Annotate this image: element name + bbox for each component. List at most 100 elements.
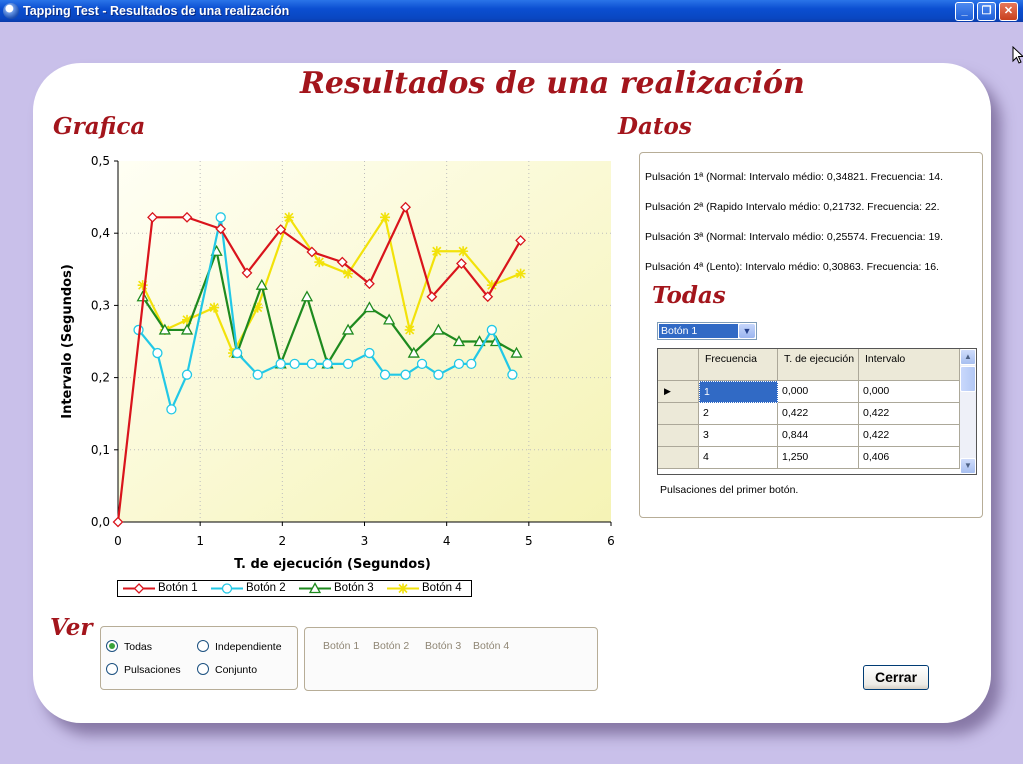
table-cell[interactable]: 3 xyxy=(699,425,778,447)
legend-label: Botón 1 xyxy=(158,582,198,594)
x-tick-label: 0 xyxy=(114,534,122,548)
filter-boton-4[interactable]: Botón 4 xyxy=(473,640,509,652)
radio-selected-icon[interactable] xyxy=(106,640,118,652)
scroll-up-icon[interactable]: ▲ xyxy=(960,349,976,365)
radio-independiente[interactable]: Independiente xyxy=(197,640,282,653)
data-point xyxy=(458,246,469,257)
data-point xyxy=(283,212,294,223)
table-scrollbar[interactable]: ▲ ▼ xyxy=(960,349,976,474)
scroll-thumb[interactable] xyxy=(960,366,976,392)
table-cell[interactable]: 0,406 xyxy=(859,447,960,469)
radio-label: Independiente xyxy=(215,641,282,653)
datos-line-2: Pulsación 2ª (Rapido Intervalo médio: 0,… xyxy=(645,201,940,213)
radio-label: Conjunto xyxy=(215,664,258,676)
title-bar: Tapping Test - Resultados de una realiza… xyxy=(0,0,1023,22)
datos-line-4: Pulsación 4ª (Lento): Intervalo médio: 0… xyxy=(645,261,939,273)
chart-legend: Botón 1 Botón 2 Botón 3 Botón 4 xyxy=(117,580,472,597)
data-point xyxy=(404,324,415,335)
x-axis-label: T. de ejecución (Segundos) xyxy=(234,557,431,572)
filter-boton-1[interactable]: Botón 1 xyxy=(323,640,359,652)
data-point xyxy=(380,212,391,223)
data-point xyxy=(152,347,163,359)
chevron-down-icon[interactable]: ▼ xyxy=(739,324,755,338)
table-cell[interactable]: 0,000 xyxy=(778,381,859,403)
page-title: Resultados de una realización xyxy=(300,66,805,101)
radio-label: Todas xyxy=(124,641,153,653)
scroll-down-icon[interactable]: ▼ xyxy=(960,458,976,474)
ver-heading: Ver xyxy=(50,614,93,641)
table-cell[interactable]: 0,422 xyxy=(859,403,960,425)
table-corner xyxy=(658,349,699,381)
y-tick-label: 0,2 xyxy=(91,371,110,385)
interval-chart: 0,0 0,1 0,2 0,3 0,4 0,5 0 1 2 3 4 5 6 T. de ejecución… xyxy=(60,154,615,572)
cerrar-button[interactable]: Cerrar xyxy=(863,665,929,690)
x-tick-label: 2 xyxy=(279,534,287,548)
pulsations-table[interactable]: Frecuencia T. de ejecución Intervalo ▶ 1… xyxy=(657,348,977,475)
table-cell[interactable]: 2 xyxy=(699,403,778,425)
row-header[interactable] xyxy=(658,447,699,469)
x-tick-label: 5 xyxy=(525,534,533,548)
x-tick-label: 4 xyxy=(443,534,451,548)
legend-marker xyxy=(398,583,408,594)
button-select[interactable]: Botón 1 ▼ xyxy=(657,322,757,340)
data-point xyxy=(215,212,226,223)
radio-icon[interactable] xyxy=(197,663,209,675)
column-header-frecuencia[interactable]: Frecuencia xyxy=(699,349,778,381)
data-point xyxy=(181,369,193,380)
y-axis-label: Intervalo (Segundos) xyxy=(60,264,75,419)
table-cell[interactable]: 0,422 xyxy=(778,403,859,425)
datos-heading: Datos xyxy=(618,113,692,140)
data-point xyxy=(322,358,333,370)
legend-label: Botón 4 xyxy=(422,582,462,594)
maximize-button[interactable]: ❐ xyxy=(977,2,996,21)
data-point xyxy=(252,369,263,380)
table-caption: Pulsaciones del primer botón. xyxy=(660,484,799,496)
y-tick-label: 0,0 xyxy=(91,515,110,529)
row-selector-arrow-icon[interactable]: ▶ xyxy=(658,381,699,403)
radio-pulsaciones[interactable]: Pulsaciones xyxy=(106,663,181,676)
table-cell[interactable]: 1,250 xyxy=(778,447,859,469)
legend-swatch xyxy=(387,583,419,594)
legend-swatch xyxy=(299,582,331,594)
ver-group xyxy=(100,626,298,690)
data-point xyxy=(364,347,375,359)
data-point xyxy=(342,358,354,370)
table-cell[interactable]: 4 xyxy=(699,447,778,469)
table-cell[interactable]: 0,844 xyxy=(778,425,859,447)
radio-icon[interactable] xyxy=(106,663,118,675)
mouse-cursor-icon xyxy=(1012,46,1023,64)
data-point xyxy=(379,369,391,380)
table-cell[interactable]: 0,000 xyxy=(859,381,960,403)
data-point xyxy=(507,369,518,380)
table-cell[interactable]: 0,422 xyxy=(859,425,960,447)
y-tick-label: 0,5 xyxy=(91,154,110,168)
data-point xyxy=(515,268,526,279)
filter-boton-2[interactable]: Botón 2 xyxy=(373,640,409,652)
radio-conjunto[interactable]: Conjunto xyxy=(197,663,257,676)
y-tick-label: 0,3 xyxy=(91,298,110,312)
filter-boton-3[interactable]: Botón 3 xyxy=(425,640,461,652)
data-point xyxy=(314,257,325,268)
legend-label: Botón 3 xyxy=(334,582,374,594)
legend-marker xyxy=(221,583,233,594)
grafica-heading: Grafica xyxy=(53,113,146,140)
data-point xyxy=(275,358,286,370)
column-header-intervalo[interactable]: Intervalo xyxy=(859,349,960,381)
data-point xyxy=(431,246,442,257)
radio-todas[interactable]: Todas xyxy=(106,640,152,653)
legend-swatch xyxy=(211,583,243,594)
row-header[interactable] xyxy=(658,425,699,447)
app-icon xyxy=(3,3,19,19)
minimize-button[interactable]: _ xyxy=(955,2,974,21)
column-header-t-ejecucion[interactable]: T. de ejecución xyxy=(778,349,859,381)
row-header[interactable] xyxy=(658,403,699,425)
data-point xyxy=(433,369,444,380)
close-button[interactable]: ✕ xyxy=(999,2,1018,21)
table-cell[interactable]: 1 xyxy=(699,381,778,403)
data-point xyxy=(166,404,177,415)
legend-swatch xyxy=(123,583,155,594)
legend-marker xyxy=(133,583,145,594)
datos-line-3: Pulsación 3ª (Normal: Intervalo médio: 0… xyxy=(645,231,944,243)
radio-icon[interactable] xyxy=(197,640,209,652)
button-filter-group xyxy=(304,627,598,691)
